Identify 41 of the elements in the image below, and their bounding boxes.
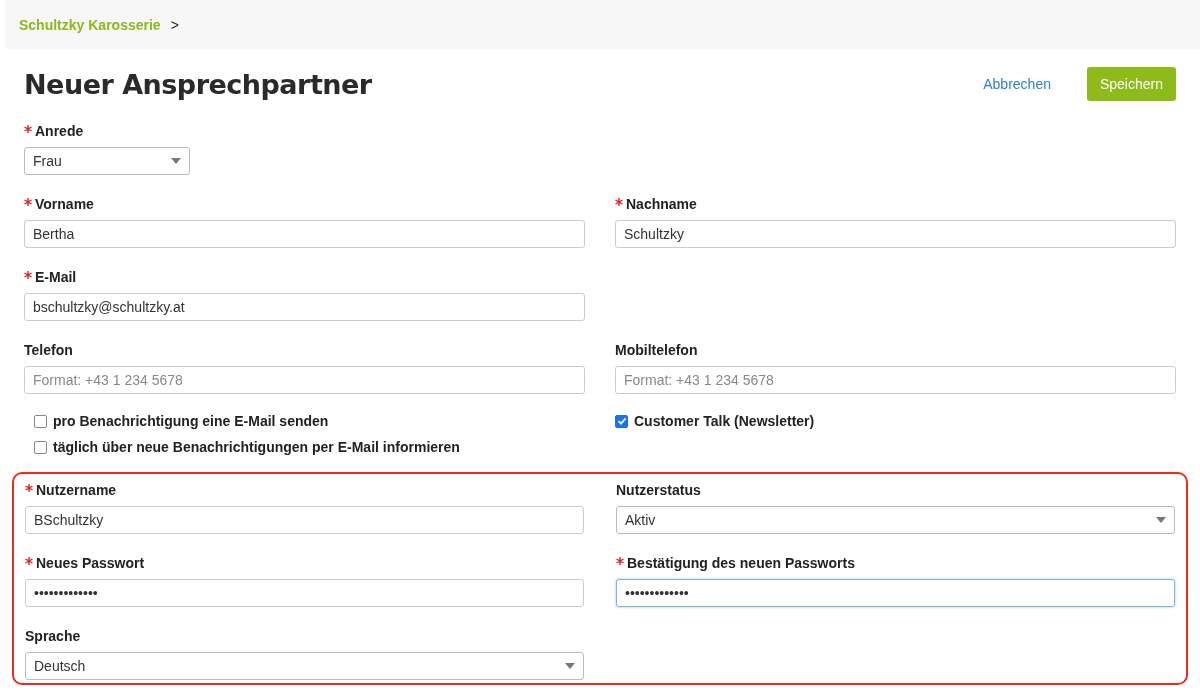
text-field[interactable]: Bertha bbox=[24, 220, 585, 248]
field-label: Sprache bbox=[25, 628, 81, 644]
required-asterisk-icon bbox=[24, 198, 32, 206]
checkbox[interactable] bbox=[34, 414, 47, 428]
caret-icon bbox=[1156, 517, 1166, 523]
required-asterisk-icon bbox=[25, 484, 33, 492]
field-label: Nutzername bbox=[36, 482, 117, 498]
field-label: Vorname bbox=[35, 196, 94, 212]
select-field[interactable]: Aktiv bbox=[616, 506, 1175, 534]
text-field[interactable]: Format: +43 1 234 5678 bbox=[24, 366, 585, 394]
field-label: Nutzerstatus bbox=[616, 482, 701, 498]
breadcrumb-separator: > bbox=[170, 16, 179, 33]
select-field[interactable]: Deutsch bbox=[25, 652, 584, 680]
field-label: Anrede bbox=[35, 123, 84, 139]
checkbox[interactable] bbox=[34, 440, 47, 454]
field-label: Bestätigung des neuen Passworts bbox=[627, 555, 855, 571]
field-label: Nachname bbox=[626, 196, 697, 212]
field-label: Mobiltelefon bbox=[615, 342, 698, 358]
select-field[interactable]: Frau bbox=[24, 147, 190, 175]
caret-icon bbox=[565, 663, 575, 669]
caret-icon bbox=[171, 158, 181, 164]
cancel-link[interactable]: Abbrechen bbox=[983, 76, 1051, 92]
required-asterisk-icon bbox=[24, 271, 32, 279]
checkbox-label[interactable]: pro Benachrichtigung eine E-Mail senden bbox=[53, 413, 329, 429]
password-field[interactable]: ••••••••••••• bbox=[25, 579, 584, 607]
field-label: E-Mail bbox=[35, 269, 77, 285]
checkbox[interactable] bbox=[615, 414, 628, 428]
required-asterisk-icon bbox=[25, 557, 33, 565]
text-field[interactable]: bschultzky@schultzky.at bbox=[24, 293, 585, 321]
checkbox-label[interactable]: Customer Talk (Newsletter) bbox=[634, 413, 815, 429]
page-title: Neuer Ansprechpartner bbox=[24, 68, 372, 100]
text-field[interactable]: Schultzky bbox=[615, 220, 1176, 248]
checkbox-label[interactable]: täglich über neue Benachrichtigungen per E-Mail informieren bbox=[53, 439, 460, 455]
password-field[interactable]: ••••••••••••• bbox=[616, 579, 1175, 607]
required-asterisk-icon bbox=[24, 125, 32, 133]
text-field[interactable]: Format: +43 1 234 5678 bbox=[615, 366, 1176, 394]
field-label: Neues Passwort bbox=[36, 555, 145, 571]
required-asterisk-icon bbox=[616, 557, 624, 565]
text-field[interactable]: BSchultzky bbox=[25, 506, 584, 534]
required-asterisk-icon bbox=[615, 198, 623, 206]
field-label: Telefon bbox=[24, 342, 73, 358]
